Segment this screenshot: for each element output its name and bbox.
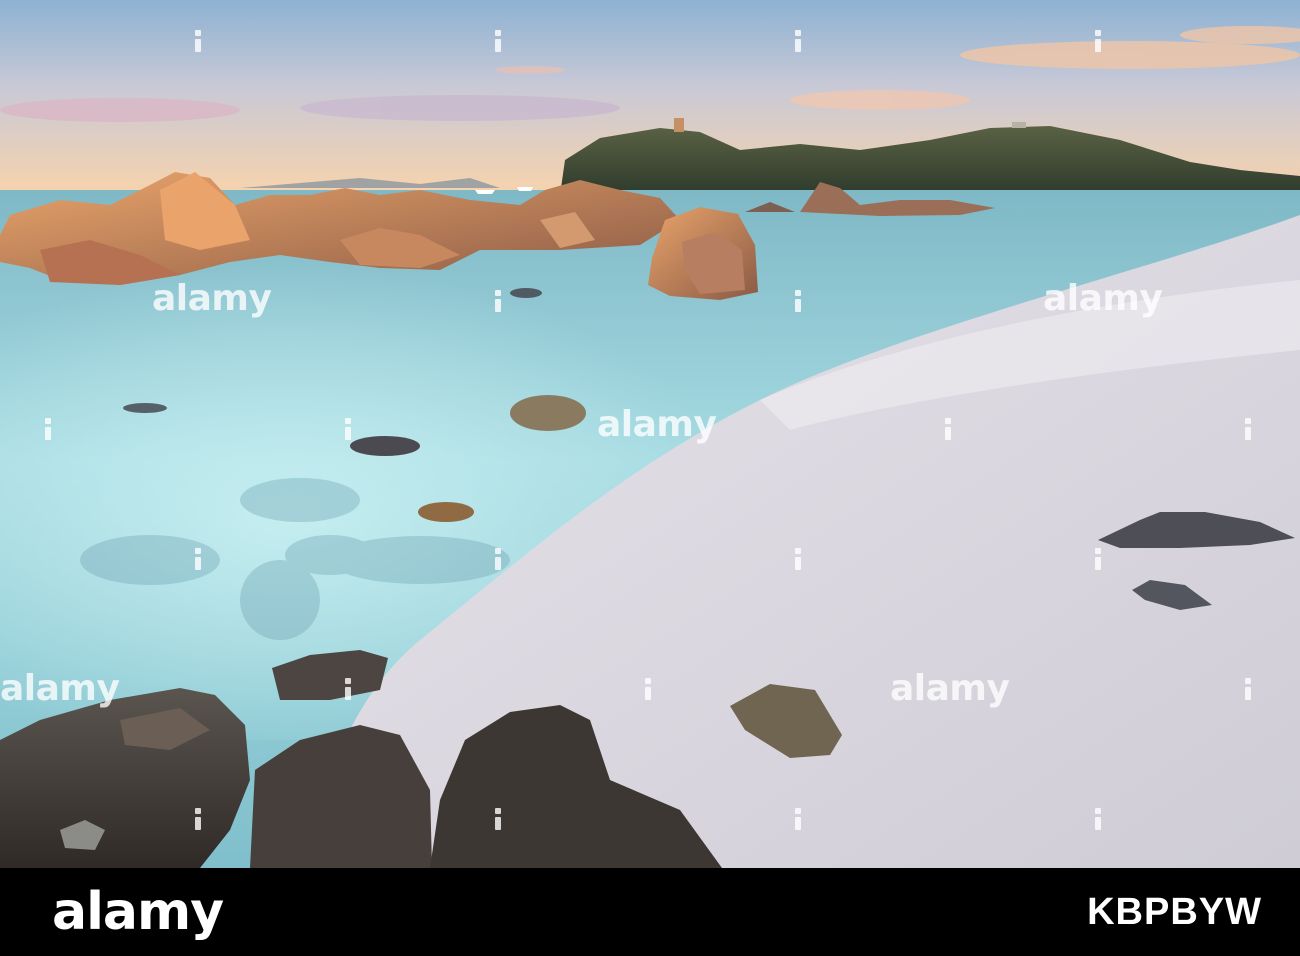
alamy-mark-icon xyxy=(1093,30,1103,52)
rock xyxy=(418,502,474,522)
alamy-mark-icon xyxy=(493,30,503,52)
rock xyxy=(510,288,542,298)
alamy-mark-icon xyxy=(493,808,503,830)
rock xyxy=(510,395,586,431)
alamy-mark-icon xyxy=(43,418,53,440)
watermark: alamy xyxy=(1043,278,1163,319)
boat xyxy=(517,187,533,191)
alamy-mark-icon xyxy=(193,808,203,830)
alamy-mark-icon xyxy=(493,548,503,570)
alamy-mark-icon xyxy=(1093,808,1103,830)
hilltop-building xyxy=(1012,122,1026,128)
alamy-mark-icon xyxy=(793,290,803,312)
alamy-mark-icon xyxy=(343,418,353,440)
alamy-mark-icon xyxy=(493,290,503,312)
rock xyxy=(350,436,420,456)
watermark: alamy xyxy=(0,668,120,709)
stock-photo: alamy alamy alamy alamy alamy xyxy=(0,0,1300,868)
boat xyxy=(475,190,495,194)
alamy-mark-icon xyxy=(943,418,953,440)
alamy-mark-icon xyxy=(1093,548,1103,570)
watermark: alamy xyxy=(890,668,1010,709)
watermark: alamy xyxy=(597,404,717,445)
alamy-mark-icon xyxy=(793,30,803,52)
alamy-mark-icon xyxy=(343,678,353,700)
footer-strip: alamy KBPBYW xyxy=(0,868,1300,956)
watermark: alamy xyxy=(152,278,272,319)
rock xyxy=(123,403,167,413)
alamy-mark-icon xyxy=(1243,678,1253,700)
alamy-mark-icon xyxy=(793,808,803,830)
alamy-mark-icon xyxy=(643,678,653,700)
alamy-logo: alamy xyxy=(52,882,224,942)
alamy-mark-icon xyxy=(193,30,203,52)
alamy-mark-icon xyxy=(793,548,803,570)
image-id: KBPBYW xyxy=(1087,891,1262,933)
watchtower xyxy=(674,118,684,132)
alamy-mark-icon xyxy=(1243,418,1253,440)
alamy-mark-icon xyxy=(193,548,203,570)
